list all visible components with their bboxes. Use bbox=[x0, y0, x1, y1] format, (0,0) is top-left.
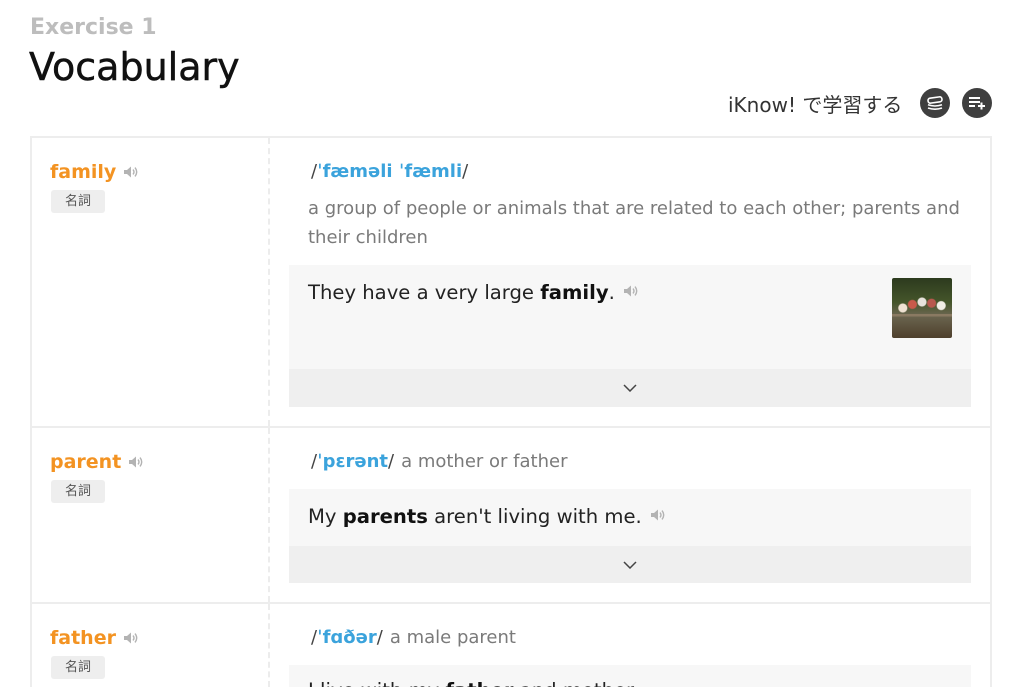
speaker-icon[interactable] bbox=[648, 679, 664, 687]
vocab-entry: parent 名詞 /ˈpɛrənt/a mother or father My… bbox=[32, 428, 990, 604]
pronunciation-delimiter: / bbox=[388, 451, 395, 472]
chevron-down-icon bbox=[623, 384, 637, 392]
example-highlight: parents bbox=[342, 505, 428, 528]
vocab-detail-column: /ˈfɑðər/a male parent I live with my fat… bbox=[270, 604, 990, 687]
vocab-entry: family 名詞 /ˈfæməli ˈfæmli/ a group of pe… bbox=[32, 138, 990, 428]
vocab-entry: father 名詞 /ˈfɑðər/a male parent I live w… bbox=[32, 604, 990, 687]
vocab-word: family bbox=[50, 161, 117, 183]
pronunciation-delimiter: / bbox=[376, 627, 383, 648]
part-of-speech-badge: 名詞 bbox=[51, 190, 105, 213]
chevron-down-icon bbox=[623, 560, 637, 569]
definition: a group of people or animals that are re… bbox=[308, 198, 960, 248]
playlist-add-icon[interactable] bbox=[962, 88, 992, 118]
expand-example-button[interactable] bbox=[289, 546, 971, 583]
pronunciation: ˈpɛrənt bbox=[317, 451, 388, 472]
example-text: My bbox=[308, 505, 343, 528]
playlist-add-icon-glyph bbox=[969, 97, 985, 110]
example-sentence: I live with my father and mother. bbox=[308, 679, 952, 687]
vocab-word: parent bbox=[50, 451, 122, 473]
example-highlight: family bbox=[540, 281, 609, 304]
definition: a male parent bbox=[389, 627, 516, 648]
pronunciation-line: /ˈfæməli ˈfæmli/ bbox=[311, 160, 971, 184]
example-text: and mother. bbox=[514, 679, 639, 687]
vocab-detail-column: /ˈpɛrənt/a mother or father My parents a… bbox=[270, 428, 990, 602]
vocab-word-column: family 名詞 bbox=[32, 138, 270, 426]
card-stack-icon-glyph bbox=[927, 95, 943, 110]
definition: a mother or father bbox=[401, 451, 568, 472]
example-text: I live with my bbox=[308, 679, 445, 687]
page-title: Vocabulary bbox=[29, 45, 240, 90]
pronunciation: ˈfæməli ˈfæmli bbox=[317, 161, 463, 182]
example-sentence: They have a very large family. bbox=[308, 281, 952, 306]
example-body: My parents aren't living with me. bbox=[289, 489, 971, 546]
vocab-word-line: parent bbox=[50, 450, 268, 474]
example-highlight: father bbox=[445, 679, 513, 687]
vocab-word: father bbox=[50, 627, 116, 649]
vocab-word-column: father 名詞 bbox=[32, 604, 270, 687]
speaker-icon[interactable] bbox=[123, 631, 139, 645]
speaker-icon[interactable] bbox=[623, 280, 639, 304]
example-sentence-box: I live with my father and mother. bbox=[289, 665, 971, 687]
vocab-word-line: father bbox=[50, 626, 268, 650]
speaker-icon[interactable] bbox=[128, 455, 144, 469]
example-text: They have a very large bbox=[308, 281, 541, 304]
vocab-word-column: parent 名詞 bbox=[32, 428, 270, 602]
expand-example-button[interactable] bbox=[289, 369, 971, 407]
example-text: aren't living with me. bbox=[427, 505, 642, 528]
pronunciation: ˈfɑðər bbox=[317, 627, 377, 648]
example-sentence: My parents aren't living with me. bbox=[308, 505, 952, 530]
card-stack-icon[interactable] bbox=[920, 88, 950, 118]
exercise-label: Exercise 1 bbox=[30, 15, 157, 40]
iknow-study-link[interactable]: iKnow! で学習する bbox=[728, 92, 914, 118]
vocab-word-line: family bbox=[50, 160, 268, 184]
speaker-icon[interactable] bbox=[123, 165, 139, 179]
example-text: . bbox=[608, 281, 615, 304]
example-body: They have a very large family. bbox=[289, 265, 971, 369]
example-sentence-box: My parents aren't living with me. bbox=[289, 489, 971, 583]
example-body: I live with my father and mother. bbox=[289, 665, 971, 687]
pronunciation-line: /ˈpɛrənt/a mother or father bbox=[311, 450, 971, 474]
part-of-speech-badge: 名詞 bbox=[51, 480, 105, 503]
vocab-detail-column: /ˈfæməli ˈfæmli/ a group of people or an… bbox=[270, 138, 990, 426]
example-sentence-box: They have a very large family. bbox=[289, 265, 971, 407]
speaker-icon[interactable] bbox=[650, 504, 666, 528]
part-of-speech-badge: 名詞 bbox=[51, 656, 105, 679]
example-photo-thumbnail[interactable] bbox=[892, 278, 952, 338]
vocabulary-list: family 名詞 /ˈfæməli ˈfæmli/ a group of pe… bbox=[30, 136, 992, 687]
pronunciation-delimiter: / bbox=[462, 161, 469, 182]
pronunciation-line: /ˈfɑðər/a male parent bbox=[311, 626, 971, 650]
vocabulary-page: Exercise 1 Vocabulary iKnow! で学習する famil… bbox=[0, 0, 1017, 687]
